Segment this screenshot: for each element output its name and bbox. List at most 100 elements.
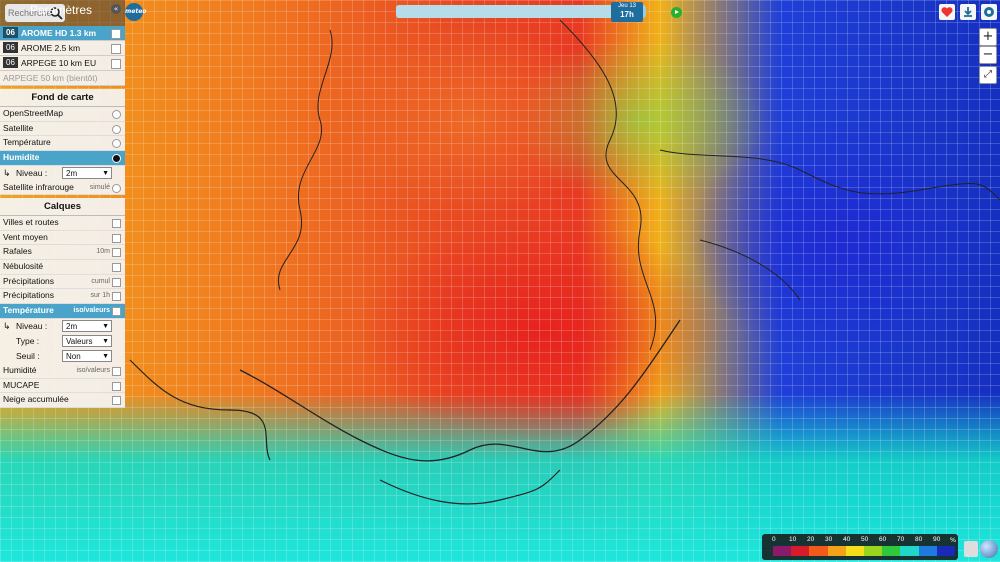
layer-cities-roads[interactable]: Villes et routes: [0, 216, 125, 231]
model-item-arome[interactable]: 06 AROME 2.5 km: [0, 41, 125, 56]
settings-icon[interactable]: [981, 4, 997, 20]
basemap-infrared[interactable]: Satellite infrarouge simulé: [0, 181, 125, 196]
basemap-radio[interactable]: [112, 110, 121, 119]
basemap-section: Fond de carte OpenStreetMap Satellite Te…: [0, 89, 125, 196]
legend-tick: 20: [807, 536, 815, 543]
layers-section: Calques Villes et routes Vent moyen Rafa…: [0, 198, 125, 408]
legend-tick: 10: [789, 536, 797, 543]
basemap-level-row: ↳ Niveau : 2m ▼: [0, 166, 125, 181]
option-label: Niveau :: [16, 320, 48, 331]
play-icon[interactable]: [671, 7, 682, 18]
layer-checkbox[interactable]: [112, 248, 121, 258]
layer-checkbox[interactable]: [112, 263, 121, 273]
model-item-arpege-eu[interactable]: 06 ARPEGE 10 km EU: [0, 56, 125, 71]
layer-label: Précipitations: [3, 290, 55, 301]
layer-checkbox[interactable]: [112, 307, 121, 317]
time-slider[interactable]: [396, 5, 646, 18]
layer-precip-1h[interactable]: Précipitations sur 1h: [0, 289, 125, 305]
basemap-note: simulé: [89, 183, 110, 191]
layer-checkbox[interactable]: [112, 396, 121, 406]
temp-type-select[interactable]: Valeurs ▼: [62, 334, 112, 347]
basemap-radio[interactable]: [112, 183, 121, 193]
basemap-radio[interactable]: [112, 139, 121, 149]
layer-mucape[interactable]: MUCAPE: [0, 379, 125, 394]
layer-label: MUCAPE: [3, 379, 40, 390]
layer-label: Villes et routes: [3, 217, 59, 227]
layer-checkbox[interactable]: [112, 233, 121, 243]
basemap-temperature[interactable]: Température: [0, 136, 125, 152]
sub-arrow-icon: ↳: [3, 320, 11, 331]
model-label: AROME HD 1.3 km: [21, 28, 97, 38]
download-icon[interactable]: [960, 4, 976, 20]
layer-cloud-cover[interactable]: Nébulosité: [0, 260, 125, 275]
legend-tick: 70: [897, 536, 905, 543]
zoom-in-button[interactable]: +: [979, 28, 997, 46]
app-logo[interactable]: meteo: [125, 3, 146, 21]
layer-label: Température: [3, 305, 54, 316]
layer-snow[interactable]: Neige accumulée: [0, 393, 125, 408]
layer-note: 10m: [96, 248, 110, 256]
layer-gusts[interactable]: Rafales 10m: [0, 245, 125, 261]
model-run-badge: 06: [3, 27, 18, 38]
layer-checkbox[interactable]: [112, 219, 121, 228]
layers-title: Calques: [0, 198, 125, 216]
layer-wind[interactable]: Vent moyen: [0, 231, 125, 246]
temp-level-row: ↳ Niveau : 2m ▼: [0, 319, 125, 334]
layer-note: sur 1h: [90, 292, 110, 300]
legend-swatch: [882, 546, 901, 556]
basemap-humidity[interactable]: Humidite: [0, 151, 125, 166]
layer-precip-cumul[interactable]: Précipitations cumul: [0, 275, 125, 290]
layer-note: iso/valeurs: [76, 366, 110, 374]
layer-checkbox[interactable]: [112, 292, 121, 302]
temp-level-select[interactable]: 2m ▼: [62, 319, 112, 332]
basemap-label: Température: [3, 137, 51, 148]
legend-tick: 80: [915, 536, 923, 543]
legend-swatch: [791, 546, 810, 556]
layer-checkbox[interactable]: [112, 366, 121, 376]
chevron-down-icon: ▼: [102, 169, 109, 177]
basemap-satellite[interactable]: Satellite: [0, 122, 125, 137]
model-label: ARPEGE 10 km EU: [21, 58, 97, 68]
model-item-arome-hd[interactable]: 06 AROME HD 1.3 km: [0, 26, 125, 41]
basemap-label: Satellite: [3, 122, 34, 133]
layer-label: Neige accumulée: [3, 394, 69, 405]
layer-temperature[interactable]: Température iso/valeurs: [0, 304, 125, 319]
zoom-out-button[interactable]: −: [979, 46, 997, 64]
time-slider-handle[interactable]: Jeu 13 17h: [611, 2, 643, 22]
collapse-panel-icon[interactable]: «: [111, 4, 121, 14]
basemap-label: Satellite infrarouge: [3, 181, 74, 192]
parameters-panel: Recherche Paramètres « 06 AROME HD 1.3 km…: [0, 0, 125, 562]
basemap-level-select[interactable]: 2m ▼: [62, 166, 112, 179]
layer-label: Rafales: [3, 246, 32, 257]
humidity-map[interactable]: [0, 0, 1000, 562]
basemap-radio[interactable]: [112, 124, 121, 134]
model-checkbox[interactable]: [111, 44, 121, 54]
layer-checkbox[interactable]: [112, 381, 121, 391]
model-run-badge: 06: [3, 57, 18, 68]
layer-note: iso/valeurs: [73, 307, 110, 315]
globe-icon[interactable]: [980, 540, 998, 558]
legend-swatch: [809, 546, 828, 556]
temp-threshold-select[interactable]: Non ▼: [62, 349, 112, 362]
fullscreen-icon[interactable]: ⤢: [979, 66, 997, 84]
coastline-borders: [129, 19, 1000, 505]
basemap-radio[interactable]: [112, 154, 121, 164]
model-item-arpege-50: ARPEGE 50 km (bientôt): [0, 71, 125, 86]
layers-toggle-icon[interactable]: [964, 541, 978, 557]
time-hour: 17h: [620, 10, 634, 19]
model-checkbox[interactable]: [111, 59, 121, 69]
basemap-title: Fond de carte: [0, 89, 125, 107]
basemap-label: OpenStreetMap: [3, 108, 64, 118]
basemap-osm[interactable]: OpenStreetMap: [0, 107, 125, 122]
layer-label: Vent moyen: [3, 231, 48, 242]
select-value: 2m: [66, 168, 78, 178]
heart-icon[interactable]: [939, 4, 955, 20]
model-label: AROME 2.5 km: [21, 43, 81, 53]
model-checkbox[interactable]: [111, 29, 121, 39]
time-day: Jeu 13: [617, 3, 636, 9]
legend-tick: 90: [933, 536, 941, 543]
basemap-label: Humidite: [3, 152, 40, 163]
layer-humidity[interactable]: Humidité iso/valeurs: [0, 364, 125, 379]
temp-threshold-row: Seuil : Non ▼: [0, 349, 125, 364]
layer-checkbox[interactable]: [112, 277, 121, 287]
